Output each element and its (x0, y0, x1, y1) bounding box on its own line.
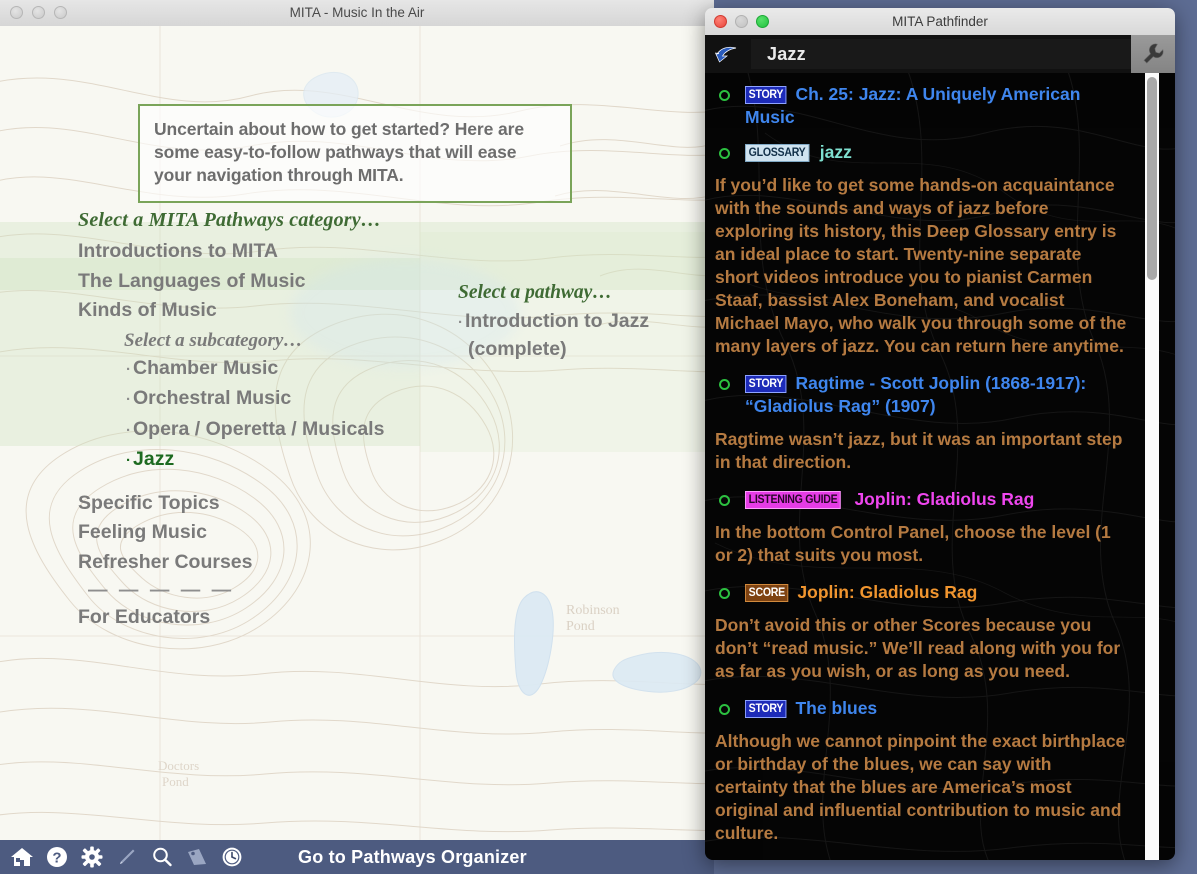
pathway-item-introduction-to-jazz[interactable]: · Introduction to Jazz (complete) (458, 308, 688, 363)
entry-title[interactable]: Joplin: Gladiolus Rag (854, 489, 1034, 509)
gear-icon[interactable] (78, 844, 106, 870)
clock-icon[interactable] (218, 844, 246, 870)
svg-text:?: ? (52, 850, 61, 867)
intro-text: Uncertain about how to get started? Here… (154, 119, 524, 185)
mita-content-area: Robinson Pond Doctors Pond Uncertain abo… (0, 26, 714, 848)
entry-description: Although we cannot pinpoint the exact bi… (715, 731, 1126, 843)
category-item-for-educators[interactable]: For Educators (78, 603, 478, 633)
svg-text:Pond: Pond (162, 774, 189, 789)
svg-text:Pond: Pond (566, 619, 595, 634)
subcategory-item-orchestral[interactable]: · Orchestral Music (126, 384, 478, 415)
badge-story: STORY (745, 375, 787, 393)
pathfinder-window: MITA Pathfinder Jazz STORY Ch. 25: Jazz:… (705, 8, 1175, 860)
status-ring-icon (719, 148, 730, 159)
status-ring-icon (719, 379, 730, 390)
mita-bottom-toolbar: ? Go to Pathways Organizer (0, 840, 714, 874)
entry-description: In the bottom Control Panel, choose the … (715, 522, 1111, 565)
entry-glossary-jazz[interactable]: GLOSSARY jazz (715, 141, 1127, 164)
toolbar-action-label[interactable]: Go to Pathways Organizer (298, 847, 527, 868)
status-ring-icon (719, 90, 730, 101)
pathway-note: (complete) (468, 338, 567, 360)
pathways-category-panel: Select a MITA Pathways category… Introdu… (78, 209, 478, 633)
entry-story-ch25[interactable]: STORY Ch. 25: Jazz: A Uniquely American M… (715, 83, 1127, 129)
pathway-heading: Select a pathway… (458, 282, 612, 303)
status-ring-icon (719, 588, 730, 599)
badge-story: STORY (745, 700, 787, 718)
subcategory-item-opera[interactable]: · Opera / Operetta / Musicals (126, 415, 478, 446)
wrench-icon[interactable] (1131, 35, 1175, 73)
pathfinder-content-panel: STORY Ch. 25: Jazz: A Uniquely American M… (705, 73, 1175, 860)
subcategory-label: Orchestral Music (133, 387, 292, 409)
entry-listening-guide-gladiolus[interactable]: LISTENING GUIDE Joplin: Gladiolus Rag (715, 488, 1127, 511)
category-item-languages[interactable]: The Languages of Music (78, 267, 478, 297)
pathfinder-window-title: MITA Pathfinder (892, 14, 988, 29)
category-item-refresher-courses[interactable]: Refresher Courses (78, 548, 478, 578)
breadcrumb[interactable]: Jazz (751, 39, 1131, 69)
entry-title[interactable]: jazz (820, 142, 852, 162)
entry-description: Ragtime wasn’t jazz, but it was an impor… (715, 429, 1123, 472)
bullet-icon: · (126, 421, 131, 439)
entry-story-the-blues[interactable]: STORY The blues (715, 697, 1127, 720)
intro-instruction-box: Uncertain about how to get started? Here… (138, 104, 572, 203)
svg-text:Doctors: Doctors (158, 758, 199, 773)
badge-story: STORY (745, 86, 787, 104)
svg-text:Robinson: Robinson (566, 603, 620, 618)
badge-glossary: GLOSSARY (745, 144, 810, 162)
list-divider: — — — — — (88, 579, 235, 601)
entry-title[interactable]: Ch. 25: Jazz: A Uniquely American Music (745, 84, 1080, 127)
pathfinder-nav-bar: Jazz (705, 35, 1175, 73)
pathfinder-entry-list: STORY Ch. 25: Jazz: A Uniquely American M… (705, 73, 1135, 860)
entry-title[interactable]: Ragtime - Scott Joplin (1868-1917): “Gla… (745, 373, 1086, 416)
back-arrow-icon[interactable] (705, 35, 751, 73)
bullet-icon: · (126, 391, 131, 408)
status-ring-icon (719, 704, 730, 715)
home-icon[interactable] (8, 844, 36, 870)
status-ring-icon (719, 495, 730, 506)
subcategory-label: Jazz (133, 448, 175, 470)
scrollbar-thumb[interactable] (1147, 77, 1157, 280)
help-icon[interactable]: ? (43, 844, 71, 870)
bullet-icon: · (126, 452, 131, 469)
bullet-icon: · (458, 314, 463, 331)
subcategory-item-jazz[interactable]: · Jazz (126, 445, 478, 476)
category-item-kinds[interactable]: Kinds of Music (78, 296, 478, 326)
subcategory-heading: Select a subcategory… (124, 329, 303, 351)
category-item-specific-topics[interactable]: Specific Topics (78, 489, 478, 519)
pathway-label: Introduction to Jazz (465, 310, 650, 332)
vertical-scrollbar[interactable] (1145, 73, 1159, 860)
entry-story-ragtime[interactable]: STORY Ragtime - Scott Joplin (1868-1917):… (715, 372, 1127, 418)
subcategory-label: Opera / Operetta / Musicals (133, 417, 385, 440)
category-item-introductions[interactable]: Introductions to MITA (78, 237, 478, 267)
badge-score: SCORE (745, 584, 789, 602)
category-heading: Select a MITA Pathways category… (78, 209, 382, 231)
entry-description: If you’d like to get some hands-on acqua… (715, 175, 1127, 356)
entry-title[interactable]: Joplin: Gladiolus Rag (797, 582, 977, 602)
mita-main-window: MITA - Music In the Air Robinson Pond Do… (0, 0, 714, 874)
subcategory-item-chamber[interactable]: · Chamber Music (126, 354, 478, 385)
subcategory-label: Chamber Music (133, 356, 279, 379)
pathway-panel: Select a pathway… · Introduction to Jazz … (458, 282, 688, 363)
search-icon[interactable] (148, 844, 176, 870)
badge-listening-guide: LISTENING GUIDE (745, 491, 842, 509)
bookmark-icon[interactable] (183, 844, 211, 870)
entry-description: Don’t avoid this or other Scores because… (715, 615, 1121, 681)
entry-title[interactable]: The blues (795, 698, 877, 718)
category-item-feeling-music[interactable]: Feeling Music (78, 518, 478, 548)
mita-title-bar[interactable]: MITA - Music In the Air (0, 0, 714, 27)
mita-window-title: MITA - Music In the Air (289, 5, 425, 20)
pathfinder-title-bar[interactable]: MITA Pathfinder (705, 8, 1175, 36)
entry-score-gladiolus[interactable]: SCORE Joplin: Gladiolus Rag (715, 581, 1127, 604)
bullet-icon: · (126, 360, 131, 378)
toolbar-icon-group: ? (0, 844, 246, 870)
pencil-icon[interactable] (113, 844, 141, 870)
